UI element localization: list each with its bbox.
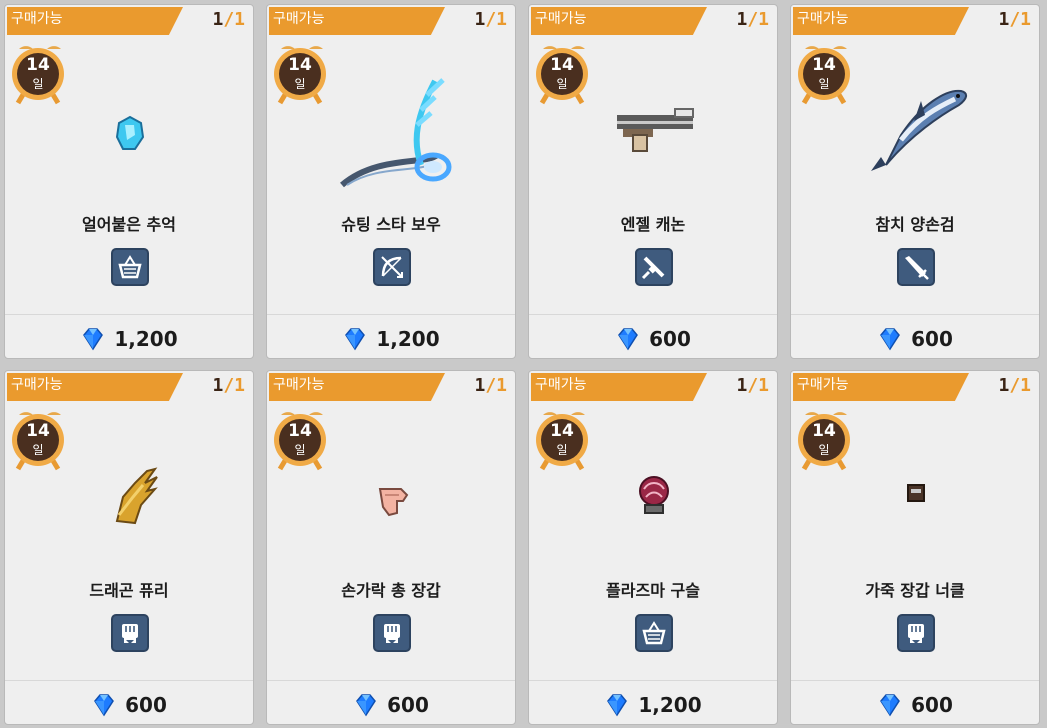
shop-card[interactable]: 구매가능 1/1 14 일 얼어붙은 추억 1,200 xyxy=(4,4,254,359)
tuna-sword-icon xyxy=(871,89,967,171)
fist-icon xyxy=(373,614,411,652)
divider xyxy=(267,680,515,681)
item-name: 얼어붙은 추억 xyxy=(82,215,176,234)
stock-count: 1/1 xyxy=(736,9,769,30)
price-row: 600 xyxy=(791,319,1039,358)
shop-card[interactable]: 구매가능 1/1 14 일 손가락 총 장갑 600 xyxy=(266,370,516,725)
purchasable-label: 구매가능 xyxy=(11,377,63,393)
shop-card[interactable]: 구매가능 1/1 14 일 플라즈마 구슬 1,200 xyxy=(528,370,778,725)
price-row: 1,200 xyxy=(5,319,253,358)
price-label: 600 xyxy=(911,327,953,351)
item-name: 엔젤 캐논 xyxy=(620,215,686,234)
basket-icon xyxy=(635,614,673,652)
price-label: 600 xyxy=(387,693,429,717)
fist-icon xyxy=(111,614,149,652)
shop-card[interactable]: 구매가능 1/1 14 일 가죽 장갑 너클 600 xyxy=(790,370,1040,725)
item-name: 가죽 장갑 너클 xyxy=(865,581,965,600)
gun-icon xyxy=(635,248,673,286)
purchasable-label: 구매가능 xyxy=(535,11,587,27)
divider xyxy=(5,314,253,315)
blue-diamond-icon xyxy=(356,694,377,717)
divider xyxy=(529,314,777,315)
purchasable-label: 구매가능 xyxy=(797,377,849,393)
blue-diamond-icon xyxy=(83,328,104,351)
shop-card[interactable]: 구매가능 1/1 14 일 슈팅 스타 보우 1,200 xyxy=(266,4,516,359)
plasma-orb-icon xyxy=(639,476,669,514)
stock-count: 1/1 xyxy=(736,375,769,396)
price-label: 600 xyxy=(125,693,167,717)
cannon-icon xyxy=(617,108,694,152)
shop-grid: 구매가능 1/1 14 일 얼어붙은 추억 1,200 구매가능 1/1 14 … xyxy=(0,0,1047,728)
divider xyxy=(529,680,777,681)
stock-count: 1/1 xyxy=(212,9,245,30)
blue-diamond-icon xyxy=(345,328,366,351)
purchasable-label: 구매가능 xyxy=(535,377,587,393)
price-label: 1,200 xyxy=(114,327,178,351)
leather-knuckle-icon xyxy=(907,484,925,502)
price-label: 1,200 xyxy=(376,327,440,351)
item-name: 드래곤 퓨리 xyxy=(89,581,169,600)
blue-diamond-icon xyxy=(880,328,901,351)
divider xyxy=(5,680,253,681)
price-row: 600 xyxy=(5,685,253,724)
divider xyxy=(267,314,515,315)
frozen-gem-icon xyxy=(115,115,145,150)
shop-card[interactable]: 구매가능 1/1 14 일 엔젤 캐논 600 xyxy=(528,4,778,359)
blue-diamond-icon xyxy=(94,694,115,717)
basket-icon xyxy=(111,248,149,286)
stock-count: 1/1 xyxy=(474,9,507,30)
stock-count: 1/1 xyxy=(212,375,245,396)
ice-bow-icon xyxy=(340,78,452,188)
price-label: 600 xyxy=(911,693,953,717)
stock-count: 1/1 xyxy=(474,375,507,396)
divider xyxy=(791,314,1039,315)
item-name: 플라즈마 구슬 xyxy=(606,581,700,600)
bow-icon xyxy=(373,248,411,286)
item-name: 참치 양손검 xyxy=(875,215,955,234)
divider xyxy=(791,680,1039,681)
price-row: 600 xyxy=(791,685,1039,724)
blue-diamond-icon xyxy=(607,694,628,717)
finger-gun-glove-icon xyxy=(378,488,409,517)
blue-diamond-icon xyxy=(880,694,901,717)
price-row: 1,200 xyxy=(267,319,515,358)
purchasable-label: 구매가능 xyxy=(11,11,63,27)
item-name: 손가락 총 장갑 xyxy=(341,581,441,600)
fist-icon xyxy=(897,614,935,652)
blue-diamond-icon xyxy=(618,328,639,351)
item-name: 슈팅 스타 보우 xyxy=(341,215,441,234)
purchasable-label: 구매가능 xyxy=(273,377,325,393)
price-row: 600 xyxy=(529,319,777,358)
price-label: 1,200 xyxy=(638,693,702,717)
purchasable-label: 구매가능 xyxy=(797,11,849,27)
price-row: 600 xyxy=(267,685,515,724)
shop-card[interactable]: 구매가능 1/1 14 일 드래곤 퓨리 600 xyxy=(4,370,254,725)
sword-icon xyxy=(897,248,935,286)
shop-card[interactable]: 구매가능 1/1 14 일 참치 양손검 600 xyxy=(790,4,1040,359)
dragon-claw-icon xyxy=(115,467,158,525)
stock-count: 1/1 xyxy=(998,9,1031,30)
purchasable-label: 구매가능 xyxy=(273,11,325,27)
price-label: 600 xyxy=(649,327,691,351)
stock-count: 1/1 xyxy=(998,375,1031,396)
price-row: 1,200 xyxy=(529,685,777,724)
